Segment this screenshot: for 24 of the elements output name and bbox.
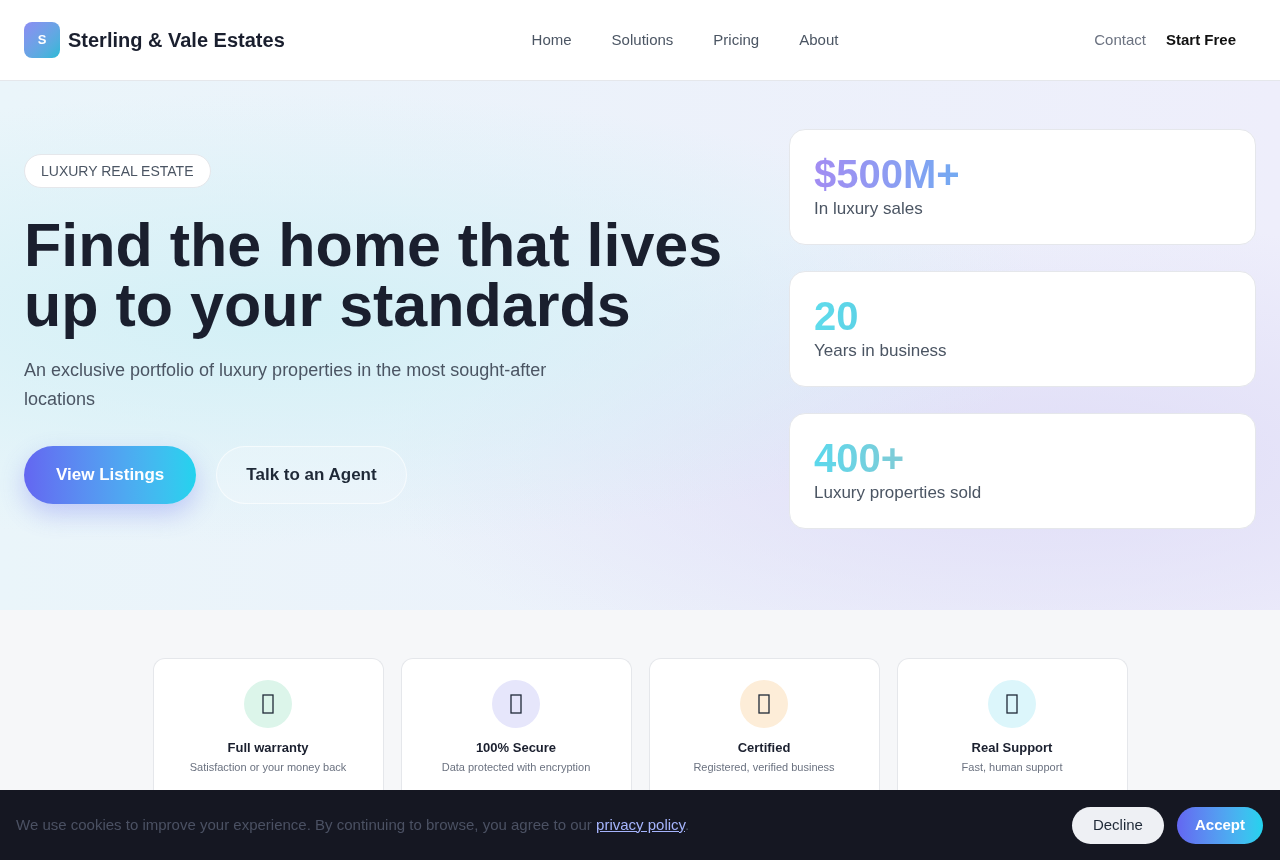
stat-label: Luxury properties sold: [814, 482, 982, 504]
feature-description: Data protected with encryption: [441, 760, 591, 775]
category-badge: LUXURY REAL ESTATE: [24, 154, 211, 188]
feature-description: Fast, human support: [961, 760, 1063, 775]
nav-link[interactable]: Home: [531, 28, 572, 52]
start-free-link[interactable]: Start Free: [1165, 28, 1256, 52]
feature-title: Real Support: [971, 739, 1053, 757]
feature-title: Full warranty: [227, 739, 309, 757]
talk-to-agent-button[interactable]: Talk to an Agent: [216, 446, 407, 504]
feature-title: 100% Secure: [475, 739, 557, 757]
cookie-notice: We use cookies to improve your experience. By continuing to browse, you agree to our privacy policy.: [16, 814, 690, 835]
decline-button[interactable]: Decline: [1071, 806, 1164, 844]
nav-link[interactable]: Pricing: [713, 28, 760, 52]
feature-title: Certified: [737, 739, 791, 757]
nav-link[interactable]: Solutions: [611, 28, 674, 52]
nav-link[interactable]: About: [799, 28, 839, 52]
contact-link[interactable]: Contact: [1094, 28, 1146, 52]
stat-label: Years in business: [814, 340, 947, 362]
stat-label: In luxury sales: [814, 198, 923, 220]
feature-description: Registered, verified business: [693, 760, 835, 775]
feature-description: Satisfaction or your money back: [189, 760, 347, 775]
brand-name: Sterling & Vale Estates: [68, 28, 285, 53]
privacy-policy-link[interactable]: privacy policy: [596, 815, 685, 833]
hero-subtitle: An exclusive portfolio of luxury properties in the most sought-after locations: [24, 359, 548, 411]
